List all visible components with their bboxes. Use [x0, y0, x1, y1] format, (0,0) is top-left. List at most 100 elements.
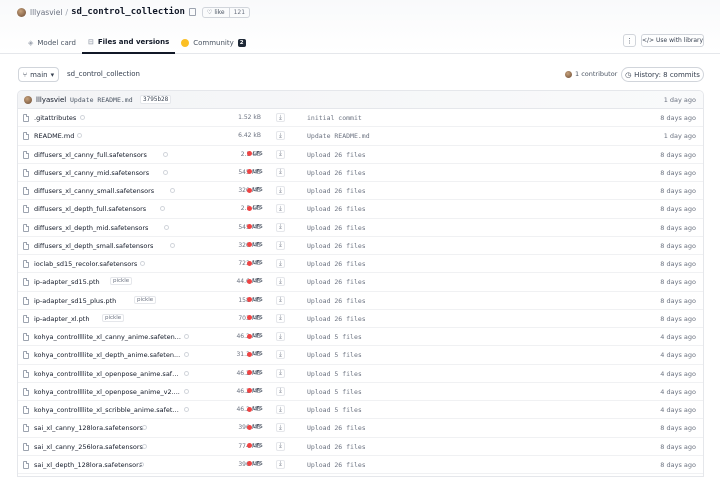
- file-row[interactable]: ip-adapter_sd15_plus.pth pickle 158 MB LFS ⤓…: [18, 292, 703, 310]
- download-icon[interactable]: ⤓: [276, 368, 285, 378]
- file-name[interactable]: diffusers_xl_canny_full.safetensors: [34, 151, 147, 159]
- download-icon[interactable]: ⤓: [276, 332, 285, 341]
- tab-files-and-versions[interactable]: ⊟ Files and versions: [81, 32, 176, 54]
- breadcrumb[interactable]: sd_control_collection: [67, 70, 140, 78]
- file-commit-message[interactable]: Upload 26 files: [307, 205, 366, 213]
- file-commit-message[interactable]: Upload 26 files: [307, 169, 366, 177]
- file-name[interactable]: sai_xl_depth_128lora.safetensors: [34, 461, 142, 469]
- file-commit-message[interactable]: Upload 5 files: [307, 351, 362, 359]
- file-row[interactable]: sai_xl_depth_128lora.safetensors 396 MB LF…: [18, 456, 703, 474]
- file-row[interactable]: ioclab_sd15_recolor.safetensors 723 MB LFS…: [18, 255, 703, 274]
- download-icon[interactable]: ⤓: [276, 386, 285, 396]
- commit-author-avatar[interactable]: [24, 96, 32, 104]
- safe-scan-icon[interactable]: [160, 206, 165, 212]
- download-icon[interactable]: ⤓: [276, 350, 285, 360]
- file-commit-message[interactable]: Upload 26 files: [307, 242, 366, 250]
- file-name[interactable]: kohya_controllllite_xl_scribble_anime.sa…: [34, 406, 182, 414]
- file-name[interactable]: ip-adapter_sd15_plus.pth: [34, 297, 116, 305]
- download-icon[interactable]: ⤓: [276, 405, 285, 414]
- file-name[interactable]: kohya_controllllite_xl_canny_anime.safet…: [34, 333, 181, 341]
- file-row[interactable]: .gitattributes 1.52 kB ⤓ initial commit 8 da…: [18, 109, 703, 128]
- file-name[interactable]: ip-adapter_xl.pth: [34, 315, 89, 323]
- file-name[interactable]: diffusers_xl_canny_mid.safetensors: [34, 169, 149, 177]
- contributors-link[interactable]: 1 contributor: [565, 70, 617, 78]
- file-commit-message[interactable]: Update README.md: [307, 132, 370, 140]
- like-button[interactable]: ♡ like 121: [201, 6, 251, 18]
- safe-scan-icon[interactable]: [170, 188, 175, 193]
- file-row[interactable]: diffusers_xl_depth_full.safetensors 2.5 G…: [18, 200, 703, 219]
- file-commit-message[interactable]: Upload 26 files: [307, 443, 366, 451]
- download-icon[interactable]: ⤓: [276, 186, 285, 195]
- download-icon[interactable]: ⤓: [276, 277, 285, 287]
- file-name[interactable]: ioclab_sd15_recolor.safetensors: [34, 260, 137, 268]
- download-icon[interactable]: ⤓: [276, 459, 285, 469]
- file-commit-message[interactable]: Upload 26 files: [307, 187, 366, 195]
- safe-scan-icon[interactable]: [184, 370, 189, 376]
- commit-author[interactable]: lllyasviel: [36, 96, 66, 104]
- safe-scan-icon[interactable]: [142, 425, 147, 431]
- safe-scan-icon[interactable]: [164, 224, 169, 230]
- file-row[interactable]: ip-adapter_xl.pth pickle 703 MB LFS ⤓ Upload …: [18, 310, 703, 328]
- file-row[interactable]: diffusers_xl_depth_mid.safetensors 545 MB…: [18, 219, 703, 237]
- file-row[interactable]: diffusers_xl_canny_full.safetensors 2.5 G…: [18, 146, 703, 164]
- file-commit-message[interactable]: Upload 26 files: [307, 224, 366, 232]
- safe-scan-icon[interactable]: [184, 388, 189, 394]
- download-icon[interactable]: ⤓: [276, 313, 285, 323]
- safe-scan-icon[interactable]: [170, 242, 175, 248]
- copy-icon[interactable]: [188, 8, 196, 16]
- repo-name[interactable]: sd_control_collection: [71, 7, 185, 17]
- file-commit-message[interactable]: Upload 26 files: [307, 278, 366, 286]
- file-commit-message[interactable]: Upload 26 files: [307, 297, 366, 305]
- download-icon[interactable]: ⤓: [276, 113, 285, 122]
- safe-scan-icon[interactable]: [163, 151, 168, 157]
- file-commit-message[interactable]: Upload 5 files: [307, 388, 362, 396]
- safe-scan-icon[interactable]: [80, 115, 85, 120]
- pickle-badge[interactable]: pickle: [134, 295, 157, 304]
- download-icon[interactable]: ⤓: [276, 222, 285, 232]
- safe-scan-icon[interactable]: [77, 133, 82, 139]
- file-row[interactable]: sai_xl_canny_256lora.safetensors 774 MB LF…: [18, 438, 703, 456]
- owner-avatar[interactable]: [17, 7, 26, 17]
- history-button[interactable]: ◷ History: 8 commits: [621, 67, 704, 82]
- file-row[interactable]: diffusers_xl_depth_small.safetensors 320 …: [18, 237, 703, 255]
- safe-scan-icon[interactable]: [140, 261, 145, 266]
- download-icon[interactable]: ⤓: [276, 295, 285, 305]
- file-commit-message[interactable]: Upload 26 files: [307, 315, 366, 323]
- download-icon[interactable]: ⤓: [276, 423, 285, 433]
- file-name[interactable]: diffusers_xl_canny_small.safetensors: [34, 187, 154, 195]
- pickle-badge[interactable]: pickle: [110, 277, 133, 286]
- file-name[interactable]: kohya_controllllite_xl_depth_anime.safet…: [34, 351, 180, 359]
- file-row[interactable]: sai_xl_canny_128lora.safetensors 396 MB LF…: [18, 419, 703, 438]
- safe-scan-icon[interactable]: [184, 334, 189, 339]
- file-name[interactable]: kohya_controllllite_xl_openpose_anime_v2…: [34, 388, 180, 396]
- download-icon[interactable]: ⤓: [276, 259, 285, 268]
- file-name[interactable]: diffusers_xl_depth_small.safetensors: [34, 242, 153, 250]
- file-name[interactable]: sai_xl_canny_256lora.safetensors: [34, 443, 143, 451]
- commit-sha[interactable]: 3795b28: [140, 95, 172, 104]
- file-row[interactable]: ip-adapter_sd15.pth pickle 44.6 MB LFS ⤓ Uplo…: [18, 273, 703, 292]
- download-icon[interactable]: ⤓: [276, 204, 285, 214]
- file-row[interactable]: diffusers_xl_canny_mid.safetensors 545 MB…: [18, 164, 703, 182]
- owner-link[interactable]: lllyasviel: [30, 8, 62, 17]
- safe-scan-icon[interactable]: [142, 443, 147, 449]
- file-commit-message[interactable]: Upload 5 files: [307, 333, 362, 341]
- file-name[interactable]: README.md: [34, 132, 74, 140]
- safe-scan-icon[interactable]: [163, 169, 168, 175]
- more-options-button[interactable]: ⋮: [623, 34, 636, 47]
- file-name[interactable]: sai_xl_canny_128lora.safetensors: [34, 424, 143, 432]
- tab-community[interactable]: Community 2: [175, 32, 251, 54]
- file-name[interactable]: ip-adapter_sd15.pth: [34, 278, 100, 286]
- tab-model-card[interactable]: ◈ Model card: [22, 32, 82, 54]
- download-icon[interactable]: ⤓: [276, 131, 285, 141]
- branch-selector[interactable]: ⑂ main ▾: [18, 67, 59, 82]
- file-commit-message[interactable]: Upload 26 files: [307, 260, 366, 268]
- file-row[interactable]: kohya_controllllite_xl_openpose_anime.sa…: [18, 365, 703, 383]
- download-icon[interactable]: ⤓: [276, 167, 285, 177]
- use-with-library-button[interactable]: </> Use with library: [641, 34, 704, 47]
- file-commit-message[interactable]: Upload 26 files: [307, 461, 366, 469]
- file-name[interactable]: .gitattributes: [34, 114, 76, 122]
- file-row[interactable]: kohya_controllllite_xl_depth_anime.safet…: [18, 346, 703, 365]
- download-icon[interactable]: ⤓: [276, 441, 285, 451]
- file-commit-message[interactable]: Upload 26 files: [307, 424, 366, 432]
- file-commit-message[interactable]: initial commit: [307, 114, 362, 122]
